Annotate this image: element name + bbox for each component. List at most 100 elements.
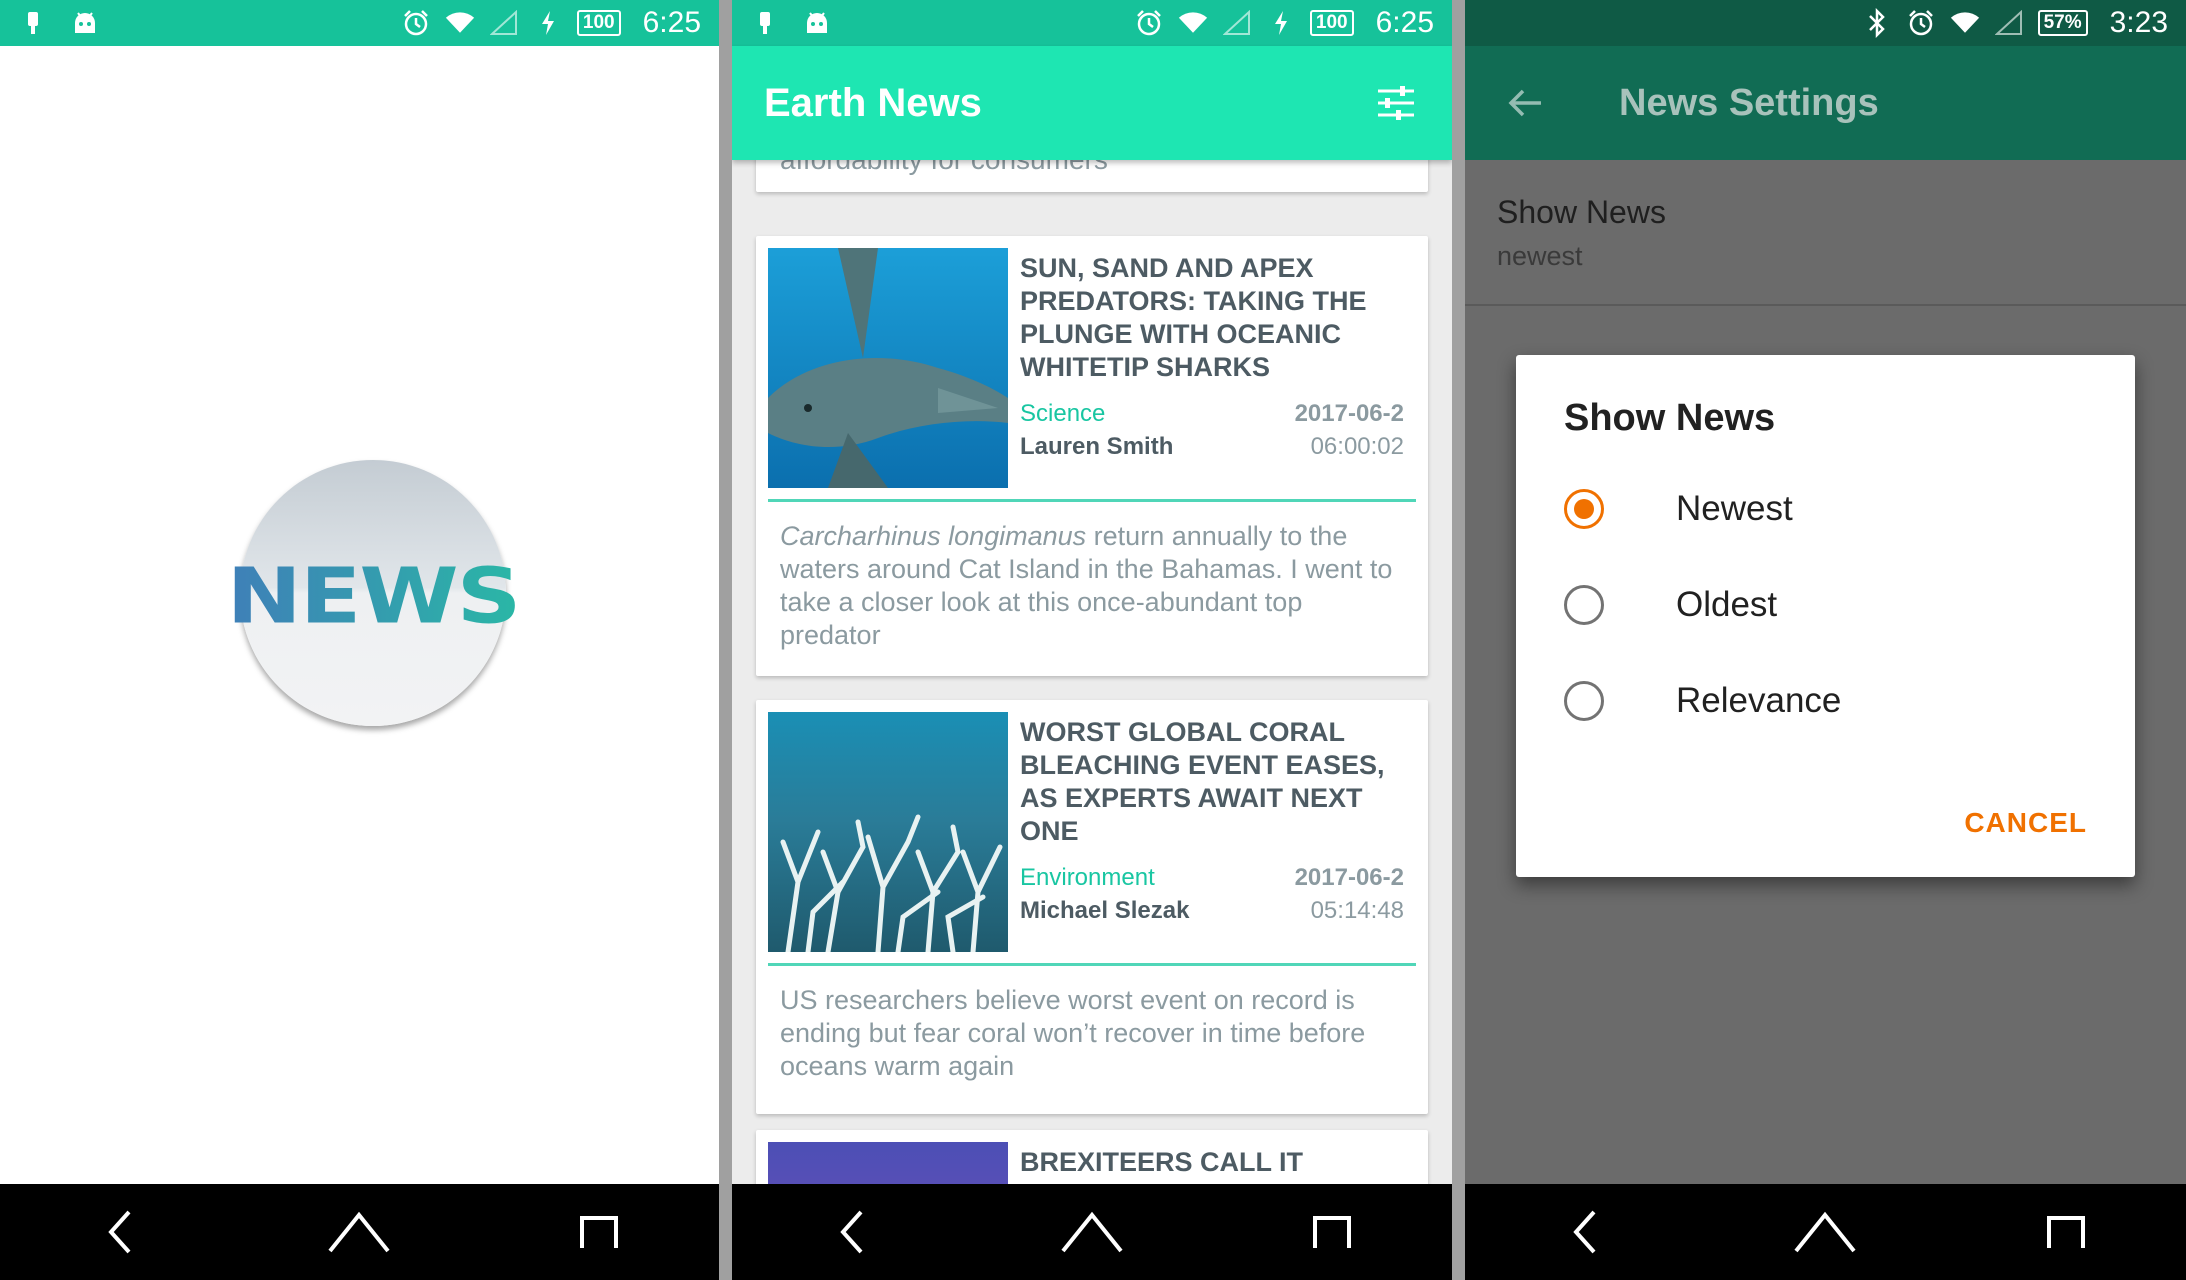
clock: 6:25 bbox=[642, 6, 701, 39]
app-bar: News Settings bbox=[1465, 46, 2186, 160]
filter-settings-button[interactable] bbox=[1372, 79, 1420, 127]
home-nav-button[interactable] bbox=[1047, 1197, 1137, 1267]
option-newest[interactable]: Newest bbox=[1564, 479, 1793, 539]
recents-nav-button[interactable] bbox=[554, 1197, 644, 1267]
article-description: Carcharhinus longimanus return annually … bbox=[780, 520, 1400, 652]
page-title: News Settings bbox=[1619, 81, 1879, 124]
home-nav-button[interactable] bbox=[314, 1197, 404, 1267]
splash-screen: 100 6:25 NEWS bbox=[0, 0, 719, 1280]
article-card[interactable]: BREXITEERS CALL IT bbox=[756, 1130, 1428, 1184]
home-icon bbox=[328, 1211, 391, 1253]
usb-icon bbox=[18, 8, 48, 38]
home-nav-button[interactable] bbox=[1780, 1197, 1870, 1267]
navigation-bar bbox=[0, 1184, 719, 1280]
option-oldest[interactable]: Oldest bbox=[1564, 575, 1777, 635]
charging-icon bbox=[533, 8, 563, 38]
app-bar: Earth News bbox=[732, 46, 1452, 160]
show-news-preference[interactable]: Show News newest bbox=[1465, 160, 2186, 306]
article-author: Michael Slezak bbox=[1020, 897, 1190, 924]
home-icon bbox=[1794, 1211, 1857, 1253]
card-divider bbox=[768, 499, 1416, 502]
cancel-button[interactable]: CANCEL bbox=[1964, 807, 2087, 839]
back-icon bbox=[108, 1210, 131, 1254]
article-description: US researchers believe worst event on re… bbox=[780, 985, 1366, 1081]
alarm-icon bbox=[401, 8, 431, 38]
article-date: 2017-06-2 bbox=[1294, 864, 1404, 891]
article-date: 2017-06-2 bbox=[1294, 400, 1404, 427]
battery-indicator: 57% bbox=[2037, 10, 2088, 36]
article-card[interactable]: WORST GLOBAL CORAL BLEACHING EVENT EASES… bbox=[756, 700, 1428, 1114]
article-list[interactable]: affordability for consumers bbox=[732, 160, 1452, 1184]
article-card[interactable]: affordability for consumers bbox=[756, 160, 1428, 192]
home-icon bbox=[1061, 1211, 1123, 1253]
news-feed-screen: 100 6:25 Earth News affordability for co… bbox=[732, 0, 1452, 1280]
signal-icon bbox=[489, 8, 519, 38]
article-description: affordability for consumers bbox=[780, 160, 1404, 176]
clock: 6:25 bbox=[1375, 6, 1434, 39]
dialog-title: Show News bbox=[1564, 397, 1776, 439]
species-name: Carcharhinus longimanus bbox=[780, 521, 1087, 551]
wifi-icon bbox=[1950, 8, 1980, 38]
article-card[interactable]: SUN, SAND AND APEX PREDATORS: TAKING THE… bbox=[756, 236, 1428, 676]
preference-title: Show News bbox=[1497, 194, 1666, 230]
clock: 3:23 bbox=[2109, 6, 2168, 39]
usb-icon bbox=[750, 8, 780, 38]
recents-icon bbox=[1313, 1216, 1351, 1248]
article-thumbnail bbox=[768, 1142, 1008, 1184]
status-bar: 100 6:25 bbox=[0, 0, 719, 46]
article-time: 06:00:02 bbox=[1310, 433, 1404, 460]
navigation-bar bbox=[732, 1184, 1452, 1280]
radio-unselected-icon[interactable] bbox=[1564, 585, 1604, 625]
wifi-icon bbox=[445, 8, 475, 38]
recents-nav-button[interactable] bbox=[1287, 1197, 1377, 1267]
option-relevance[interactable]: Relevance bbox=[1564, 671, 1841, 731]
wifi-icon bbox=[1178, 8, 1208, 38]
recents-icon bbox=[2046, 1216, 2085, 1248]
screenshot-collage: 100 6:25 NEWS 100 6:25 Earth News SUN, S… bbox=[0, 0, 2186, 1280]
battery-indicator: 100 bbox=[576, 10, 621, 36]
navigation-bar bbox=[1465, 1184, 2186, 1280]
article-author: Lauren Smith bbox=[1020, 433, 1174, 460]
article-title[interactable]: BREXITEERS CALL IT bbox=[1020, 1146, 1412, 1179]
android-debug-icon bbox=[70, 8, 100, 38]
option-label: Oldest bbox=[1676, 585, 1778, 624]
preference-summary: newest bbox=[1497, 241, 1583, 271]
back-button[interactable] bbox=[1501, 79, 1549, 127]
arrow-back-icon bbox=[1508, 89, 1541, 117]
signal-icon bbox=[1994, 8, 2024, 38]
article-category[interactable]: Science bbox=[1020, 400, 1105, 428]
logo-text: NEWS bbox=[226, 551, 522, 641]
article-title[interactable]: SUN, SAND AND APEX PREDATORS: TAKING THE… bbox=[1020, 252, 1412, 384]
article-title[interactable]: WORST GLOBAL CORAL BLEACHING EVENT EASES… bbox=[1020, 716, 1412, 848]
recents-icon bbox=[580, 1216, 619, 1248]
alarm-icon bbox=[1134, 8, 1164, 38]
back-nav-button[interactable] bbox=[1540, 1197, 1630, 1267]
article-time: 05:14:48 bbox=[1310, 897, 1404, 924]
radio-unselected-icon[interactable] bbox=[1564, 681, 1604, 721]
option-label: Newest bbox=[1676, 489, 1793, 528]
article-thumbnail-coral bbox=[768, 712, 1008, 952]
filter-settings-icon bbox=[1378, 86, 1414, 120]
back-icon bbox=[840, 1210, 863, 1254]
status-bar: 100 6:25 bbox=[732, 0, 1452, 46]
charging-icon bbox=[1266, 8, 1296, 38]
news-settings-screen: 57% 3:23 News Settings Show News newest … bbox=[1465, 0, 2186, 1280]
show-news-dialog: Show News Newest Oldest Relevance CANCEL bbox=[1516, 355, 2135, 877]
back-nav-button[interactable] bbox=[75, 1197, 165, 1267]
option-label: Relevance bbox=[1676, 681, 1842, 720]
news-logo: NEWS bbox=[227, 460, 521, 726]
recents-nav-button[interactable] bbox=[2021, 1197, 2111, 1267]
app-title: Earth News bbox=[764, 80, 982, 125]
battery-indicator: 100 bbox=[1309, 10, 1354, 36]
back-nav-button[interactable] bbox=[807, 1197, 897, 1267]
signal-icon bbox=[1222, 8, 1252, 38]
radio-selected-icon[interactable] bbox=[1564, 489, 1604, 529]
bluetooth-icon bbox=[1862, 8, 1892, 38]
card-divider bbox=[768, 963, 1416, 966]
android-debug-icon bbox=[802, 8, 832, 38]
article-thumbnail-shark bbox=[768, 248, 1008, 488]
alarm-icon bbox=[1906, 8, 1936, 38]
status-bar: 57% 3:23 bbox=[1465, 0, 2186, 46]
back-icon bbox=[1573, 1210, 1596, 1254]
article-category[interactable]: Environment bbox=[1020, 864, 1155, 892]
